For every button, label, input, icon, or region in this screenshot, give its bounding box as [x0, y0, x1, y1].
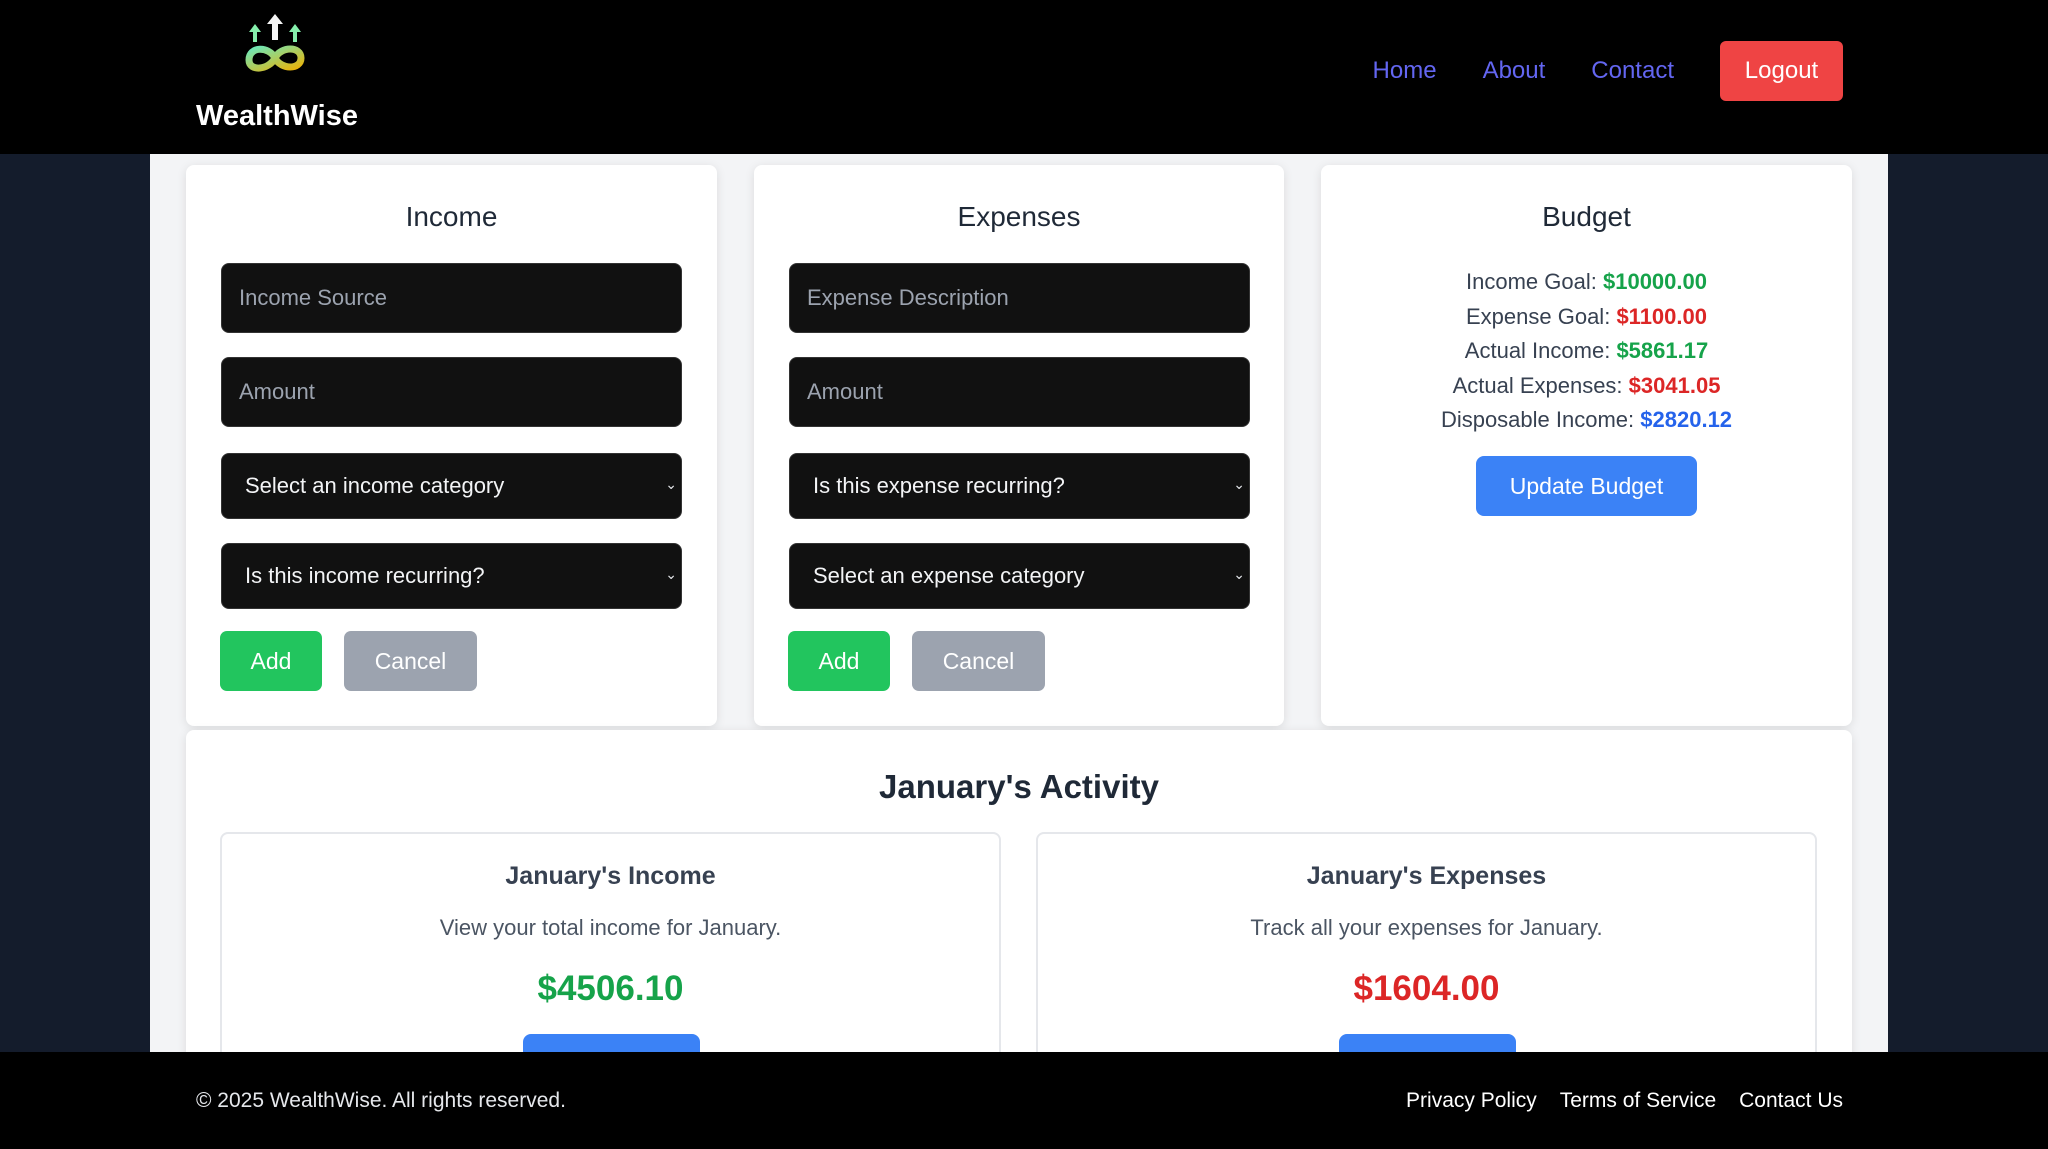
income-source-placeholder: Income Source: [239, 285, 387, 310]
expense-description-placeholder: Expense Description: [807, 285, 1009, 310]
expense-goal-label: Expense Goal:: [1466, 303, 1611, 329]
income-amount-placeholder: Amount: [239, 379, 315, 404]
expenses-title: Expenses: [957, 201, 1081, 232]
income-goal-label: Income Goal:: [1466, 269, 1597, 294]
actual-expenses-row: Actual Expenses: $3041.05: [1321, 369, 1852, 404]
monthly-expenses-desc: Track all your expenses for January.: [1250, 915, 1603, 940]
budget-title: Budget: [1542, 201, 1631, 232]
copyright-text: © 2025 WealthWise. All rights reserved.: [196, 1089, 566, 1112]
monthly-income-card: January's Income View your total income …: [220, 832, 1001, 1052]
chevron-down-icon: ⌄: [665, 476, 677, 492]
expense-amount-placeholder: Amount: [807, 379, 883, 404]
nav-contact-link[interactable]: Contact: [1591, 57, 1674, 85]
view-expenses-button[interactable]: [1339, 1034, 1516, 1052]
income-goal-row: Income Goal: $10000.00: [1321, 265, 1852, 300]
wealthwise-logo-icon: [245, 14, 305, 72]
budget-summary: Income Goal: $10000.00 Expense Goal: $11…: [1321, 265, 1852, 438]
disposable-income-row: Disposable Income: $2820.12: [1321, 403, 1852, 438]
chevron-down-icon: ⌄: [1233, 476, 1245, 492]
monthly-income-amount: $4506.10: [537, 969, 684, 1008]
expense-recurring-select[interactable]: Is this expense recurring? ⌄: [789, 453, 1250, 519]
budget-card: Budget Income Goal: $10000.00 Expense Go…: [1321, 165, 1852, 726]
actual-expenses-label: Actual Expenses:: [1452, 372, 1623, 398]
site-footer: © 2025 WealthWise. All rights reserved. …: [0, 1052, 2048, 1149]
income-title: Income: [405, 201, 498, 232]
footer-links: Privacy Policy Terms of Service Contact …: [1383, 1089, 1843, 1113]
income-add-button[interactable]: Add: [220, 631, 322, 691]
expense-add-button[interactable]: Add: [788, 631, 890, 691]
disposable-income-value: $2820.12: [1640, 407, 1733, 432]
expense-amount-input[interactable]: Amount: [789, 357, 1250, 427]
income-recurring-value: Is this income recurring?: [245, 563, 485, 588]
income-source-input[interactable]: Income Source: [221, 263, 682, 333]
expense-cancel-button[interactable]: Cancel: [912, 631, 1045, 691]
logout-button[interactable]: Logout: [1720, 41, 1843, 101]
contact-us-link[interactable]: Contact Us: [1739, 1089, 1843, 1113]
privacy-policy-link[interactable]: Privacy Policy: [1406, 1089, 1537, 1113]
monthly-income-desc: View your total income for January.: [439, 915, 782, 940]
brand-name: WealthWise: [196, 100, 358, 132]
actual-income-row: Actual Income: $5861.17: [1321, 334, 1852, 369]
chevron-down-icon: ⌄: [665, 566, 677, 582]
logo[interactable]: WealthWise: [196, 10, 358, 133]
nav-about-link[interactable]: About: [1483, 57, 1546, 85]
disposable-income-label: Disposable Income:: [1440, 407, 1635, 432]
actual-income-label: Actual Income:: [1464, 338, 1611, 363]
actual-expenses-value: $3041.05: [1628, 372, 1721, 398]
view-income-button[interactable]: [523, 1034, 700, 1052]
expense-category-value: Select an expense category: [813, 563, 1085, 588]
update-budget-button[interactable]: Update Budget: [1476, 456, 1697, 516]
expense-goal-row: Expense Goal: $1100.00: [1321, 300, 1852, 335]
main-content: Income Income Source Amount Select an in…: [150, 154, 1888, 1052]
monthly-income-title: January's Income: [505, 862, 716, 890]
top-header: WealthWise Home About Contact Logout: [0, 0, 2048, 154]
terms-of-service-link[interactable]: Terms of Service: [1560, 1089, 1716, 1113]
income-recurring-select[interactable]: Is this income recurring? ⌄: [221, 543, 682, 609]
expense-description-input[interactable]: Expense Description: [789, 263, 1250, 333]
activity-card: January's Activity January's Income View…: [186, 730, 1852, 1052]
nav-home-link[interactable]: Home: [1373, 57, 1437, 85]
monthly-expenses-card: January's Expenses Track all your expens…: [1036, 832, 1817, 1052]
activity-title: January's Activity: [879, 768, 1159, 805]
expense-recurring-value: Is this expense recurring?: [813, 473, 1065, 498]
income-goal-value: $10000.00: [1602, 269, 1707, 294]
income-amount-input[interactable]: Amount: [221, 357, 682, 427]
monthly-expenses-title: January's Expenses: [1306, 862, 1547, 890]
main-nav: Home About Contact Logout: [1327, 41, 1843, 101]
expense-goal-value: $1100.00: [1616, 303, 1707, 329]
income-category-select[interactable]: Select an income category ⌄: [221, 453, 682, 519]
actual-income-value: $5861.17: [1616, 338, 1709, 363]
expense-category-select[interactable]: Select an expense category ⌄: [789, 543, 1250, 609]
chevron-down-icon: ⌄: [1233, 566, 1245, 582]
monthly-expenses-amount: $1604.00: [1353, 969, 1500, 1008]
income-card: Income Income Source Amount Select an in…: [186, 165, 717, 726]
income-cancel-button[interactable]: Cancel: [344, 631, 477, 691]
expenses-card: Expenses Expense Description Amount Is t…: [754, 165, 1284, 726]
income-category-value: Select an income category: [245, 473, 505, 498]
